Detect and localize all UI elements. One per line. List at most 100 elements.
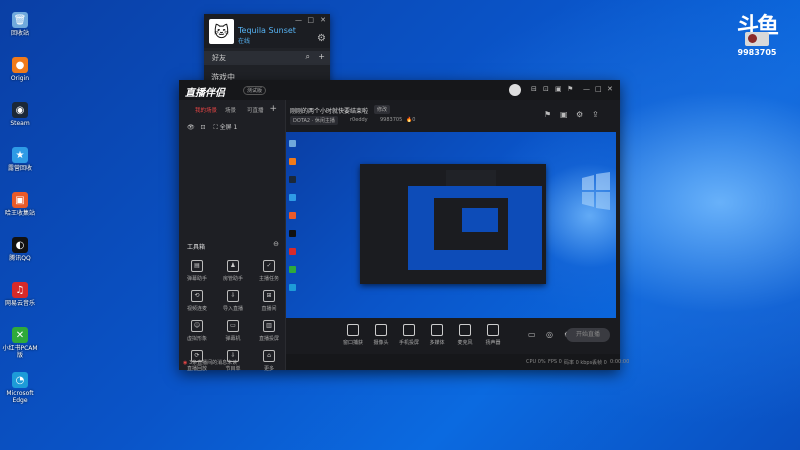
- window-icon-4[interactable]: ⚑: [567, 85, 573, 93]
- source-control-button[interactable]: 扬声器: [482, 324, 504, 346]
- user-name[interactable]: Tequila Sunset: [238, 26, 296, 35]
- tool-item[interactable]: ⟲ 视频连麦: [181, 290, 213, 312]
- close-button[interactable]: ✕: [607, 85, 613, 93]
- share-icon[interactable]: ⇪: [592, 110, 599, 119]
- status-fps: FPS 0: [548, 359, 562, 365]
- app-icon: ✕: [12, 327, 28, 343]
- window-icon-2[interactable]: ⊡: [543, 85, 549, 93]
- tool-item[interactable]: ⌂ 更多: [253, 350, 285, 372]
- gear-icon[interactable]: ⚙: [317, 33, 326, 44]
- tool-item[interactable]: ⊞ 直播间: [253, 290, 285, 312]
- category-chip[interactable]: DOTA2 · 休闲主播: [290, 116, 338, 125]
- desktop-icon[interactable]: 🗑 回收站: [2, 12, 38, 37]
- close-button[interactable]: ✕: [320, 16, 326, 24]
- room-id: 9983705: [380, 117, 403, 123]
- window-icon-1[interactable]: ⊟: [531, 85, 537, 93]
- screen-icon[interactable]: ▣: [560, 110, 568, 119]
- scene-tabs: 我的场景 场景 可直播 +: [185, 104, 281, 116]
- tool-icon: ⟲: [191, 290, 203, 302]
- desktop-icon-label: Microsoft Edge: [6, 390, 34, 404]
- tool-label: 直播回放: [186, 366, 207, 372]
- clip-icon[interactable]: ◎: [546, 330, 553, 339]
- minimize-button[interactable]: —: [583, 85, 590, 93]
- tool-item[interactable]: ✓ 主播任务: [253, 260, 285, 282]
- desktop-icon[interactable]: ✕ 小红书PCAM版: [2, 327, 38, 359]
- desktop-icon[interactable]: ♫ 网易云音乐: [2, 282, 38, 307]
- window-icon-3[interactable]: ▣: [555, 85, 562, 93]
- tool-icon: ⇩: [227, 290, 239, 302]
- desktop-icon[interactable]: ★ 露营回收: [2, 147, 38, 172]
- control-label: 摄像头: [373, 340, 389, 346]
- add-friend-icon[interactable]: +: [318, 52, 325, 61]
- modify-button[interactable]: 修改: [374, 105, 391, 114]
- friends-header: 🐱 Tequila Sunset 在线 — □ ✕ ⚙: [204, 14, 330, 48]
- eye-icon[interactable]: 👁: [187, 124, 195, 131]
- source-control-button[interactable]: 窗口捕获: [342, 324, 364, 346]
- source-control-button[interactable]: 摄像头: [370, 324, 392, 346]
- tool-label: 主播任务: [258, 276, 279, 282]
- tab-my-scenes[interactable]: 我的场景: [195, 106, 217, 114]
- fullscreen-icon: ⛶: [213, 124, 218, 131]
- control-label: 扬声器: [485, 340, 501, 346]
- flag-icon[interactable]: ⚑: [544, 110, 551, 119]
- preview-desktop-icon: [289, 158, 296, 165]
- tab-scenes[interactable]: 场景: [225, 106, 236, 114]
- tool-item[interactable]: ▥ 直播投屏: [253, 320, 285, 342]
- tool-item[interactable]: ♟ 房管助手: [217, 260, 249, 282]
- maximize-button[interactable]: □: [307, 16, 314, 24]
- add-scene-button[interactable]: +: [269, 104, 277, 114]
- source-control-button[interactable]: 多媒体: [426, 324, 448, 346]
- tool-icon: ☺: [191, 320, 203, 332]
- notice-icon: ◉: [183, 360, 188, 366]
- tool-item[interactable]: ▤ 弹幕助手: [181, 260, 213, 282]
- tool-icon: ▥: [263, 320, 275, 332]
- tool-label: 节目单: [225, 366, 241, 372]
- desktop-icon[interactable]: ◉ Steam: [2, 102, 38, 127]
- tab-friends[interactable]: 好友: [212, 53, 226, 63]
- status-dropped: 丢帧 0: [592, 360, 607, 366]
- hot-value: 0: [412, 117, 416, 123]
- search-icon[interactable]: ⌕: [306, 52, 310, 62]
- maximize-button[interactable]: □: [595, 85, 602, 93]
- tool-label: 更多: [263, 366, 274, 372]
- minimize-button[interactable]: —: [295, 16, 302, 24]
- control-label: 多媒体: [429, 340, 445, 346]
- desktop-icon[interactable]: ◐ 腾讯QQ: [2, 237, 38, 262]
- nested-preview: [408, 186, 542, 270]
- toolbox-more-icon[interactable]: ⊖: [273, 240, 279, 248]
- scene-row[interactable]: 👁 ⊡ ⛶ 全屏 1: [187, 122, 237, 132]
- record-icon[interactable]: ▭: [528, 330, 536, 339]
- tool-icon: ▤: [191, 260, 203, 272]
- version-badge: 测试版: [243, 86, 267, 95]
- avatar[interactable]: 🐱: [209, 19, 234, 44]
- preview-desktop-icon: [289, 266, 296, 273]
- tool-item[interactable]: ☺ 虚拟形象: [181, 320, 213, 342]
- left-panel: 我的场景 场景 可直播 + 👁 ⊡ ⛶ 全屏 1 工具箱 ⊖ ▤ 弹幕助手 ♟ 房管助…: [179, 100, 286, 372]
- tool-item[interactable]: ⇩ 导入直播: [217, 290, 249, 312]
- room-title: 刚刚的两个小时就快要结束啦: [290, 108, 369, 115]
- stream-preview[interactable]: [286, 132, 616, 318]
- windows-logo-icon: [582, 172, 610, 210]
- unread-notice[interactable]: ◉ 3条直播间的消息未读: [183, 359, 237, 366]
- tool-item[interactable]: ▭ 弹幕机: [217, 320, 249, 342]
- desktop-icon[interactable]: ◔ Microsoft Edge: [2, 372, 38, 404]
- nested-app-window-2: [434, 198, 508, 250]
- start-live-button[interactable]: 开始直播: [566, 328, 610, 342]
- tab-streamable[interactable]: 可直播: [247, 106, 264, 114]
- user-avatar[interactable]: [509, 84, 521, 96]
- streaming-app-window[interactable]: 直播伴侣 测试版 ⊟ ⊡ ▣ ⚑ — □ ✕ 我的场景 场景 可直播 + 👁 ⊡…: [179, 80, 629, 372]
- app-icon: ◐: [12, 237, 28, 253]
- preview-desktop-icon: [289, 248, 296, 255]
- desktop-icon[interactable]: ● Origin: [2, 57, 38, 82]
- nested-app-window: [360, 164, 546, 284]
- source-control-button[interactable]: 手机投屏: [398, 324, 420, 346]
- desktop-icon[interactable]: ▣ 哈王收集站: [2, 192, 38, 217]
- lock-icon[interactable]: ⊡: [201, 124, 206, 131]
- friends-tab-bar: 好友 ⌕ +: [204, 51, 330, 65]
- settings-icon[interactable]: ⚙: [576, 110, 583, 119]
- mini-avatar: [745, 32, 769, 46]
- toolbox-header: 工具箱: [187, 244, 206, 251]
- source-control-button[interactable]: 麦克风: [454, 324, 476, 346]
- tool-label: 直播投屏: [258, 336, 279, 342]
- control-icon: [403, 324, 415, 336]
